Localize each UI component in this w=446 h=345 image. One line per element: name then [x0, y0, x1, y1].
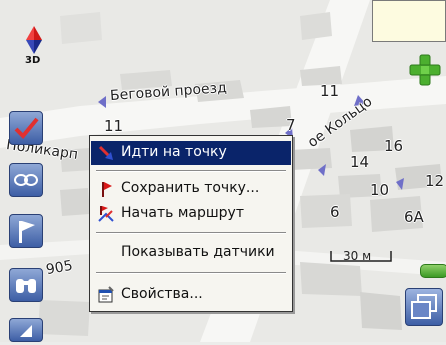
windows-button[interactable]	[405, 288, 443, 326]
check-tool-button[interactable]	[9, 111, 43, 145]
info-panel	[372, 0, 446, 42]
house-number: 12	[425, 172, 445, 190]
scale-label: 30 м	[343, 249, 372, 263]
red-flag-icon	[97, 180, 115, 198]
collapse-button[interactable]	[9, 318, 43, 342]
menu-item-save-point[interactable]: Сохранить точку...	[91, 177, 291, 201]
checkmark-icon	[14, 117, 39, 139]
search-button[interactable]	[9, 268, 43, 302]
menu-item-go-to-point[interactable]: Идти на точку	[91, 141, 291, 165]
menu-item-show-sensors[interactable]: Показывать датчики	[91, 241, 291, 265]
flag-icon	[19, 221, 35, 243]
arrow-icon	[20, 325, 32, 337]
infinity-icon	[14, 174, 38, 186]
house-number: 10	[370, 181, 390, 199]
house-number: 11	[320, 82, 340, 100]
zoom-in-button[interactable]	[408, 53, 442, 87]
windows-icon	[411, 294, 437, 319]
menu-separator	[96, 232, 286, 234]
properties-icon	[97, 286, 115, 304]
context-menu: Идти на точку Сохранить точку... Начать …	[89, 135, 293, 312]
route-start-icon	[97, 205, 115, 223]
menu-item-label: Сохранить точку...	[121, 180, 260, 196]
menu-item-label: Идти на точку	[121, 144, 227, 160]
plus-icon	[409, 54, 441, 86]
menu-item-properties[interactable]: Свойства...	[91, 283, 291, 307]
menu-item-label: Начать маршрут	[121, 205, 244, 221]
house-number: 7	[286, 116, 296, 134]
menu-separator	[96, 272, 286, 274]
mode-3d-label: 3D	[25, 55, 41, 66]
house-number: 11	[104, 117, 124, 135]
track-button[interactable]	[9, 163, 43, 197]
menu-separator	[96, 170, 286, 172]
house-number: 16	[384, 137, 404, 155]
house-number: 6	[330, 203, 340, 221]
house-number: 14	[350, 153, 370, 171]
go-to-point-icon	[97, 144, 115, 162]
zoom-out-button[interactable]	[420, 264, 446, 278]
menu-item-start-route[interactable]: Начать маршрут	[91, 202, 291, 226]
menu-item-label: Свойства...	[121, 286, 203, 302]
binoculars-icon	[16, 279, 36, 293]
menu-item-label: Показывать датчики	[121, 244, 275, 260]
house-number: 6А	[404, 208, 424, 226]
waypoint-button[interactable]	[9, 214, 43, 248]
